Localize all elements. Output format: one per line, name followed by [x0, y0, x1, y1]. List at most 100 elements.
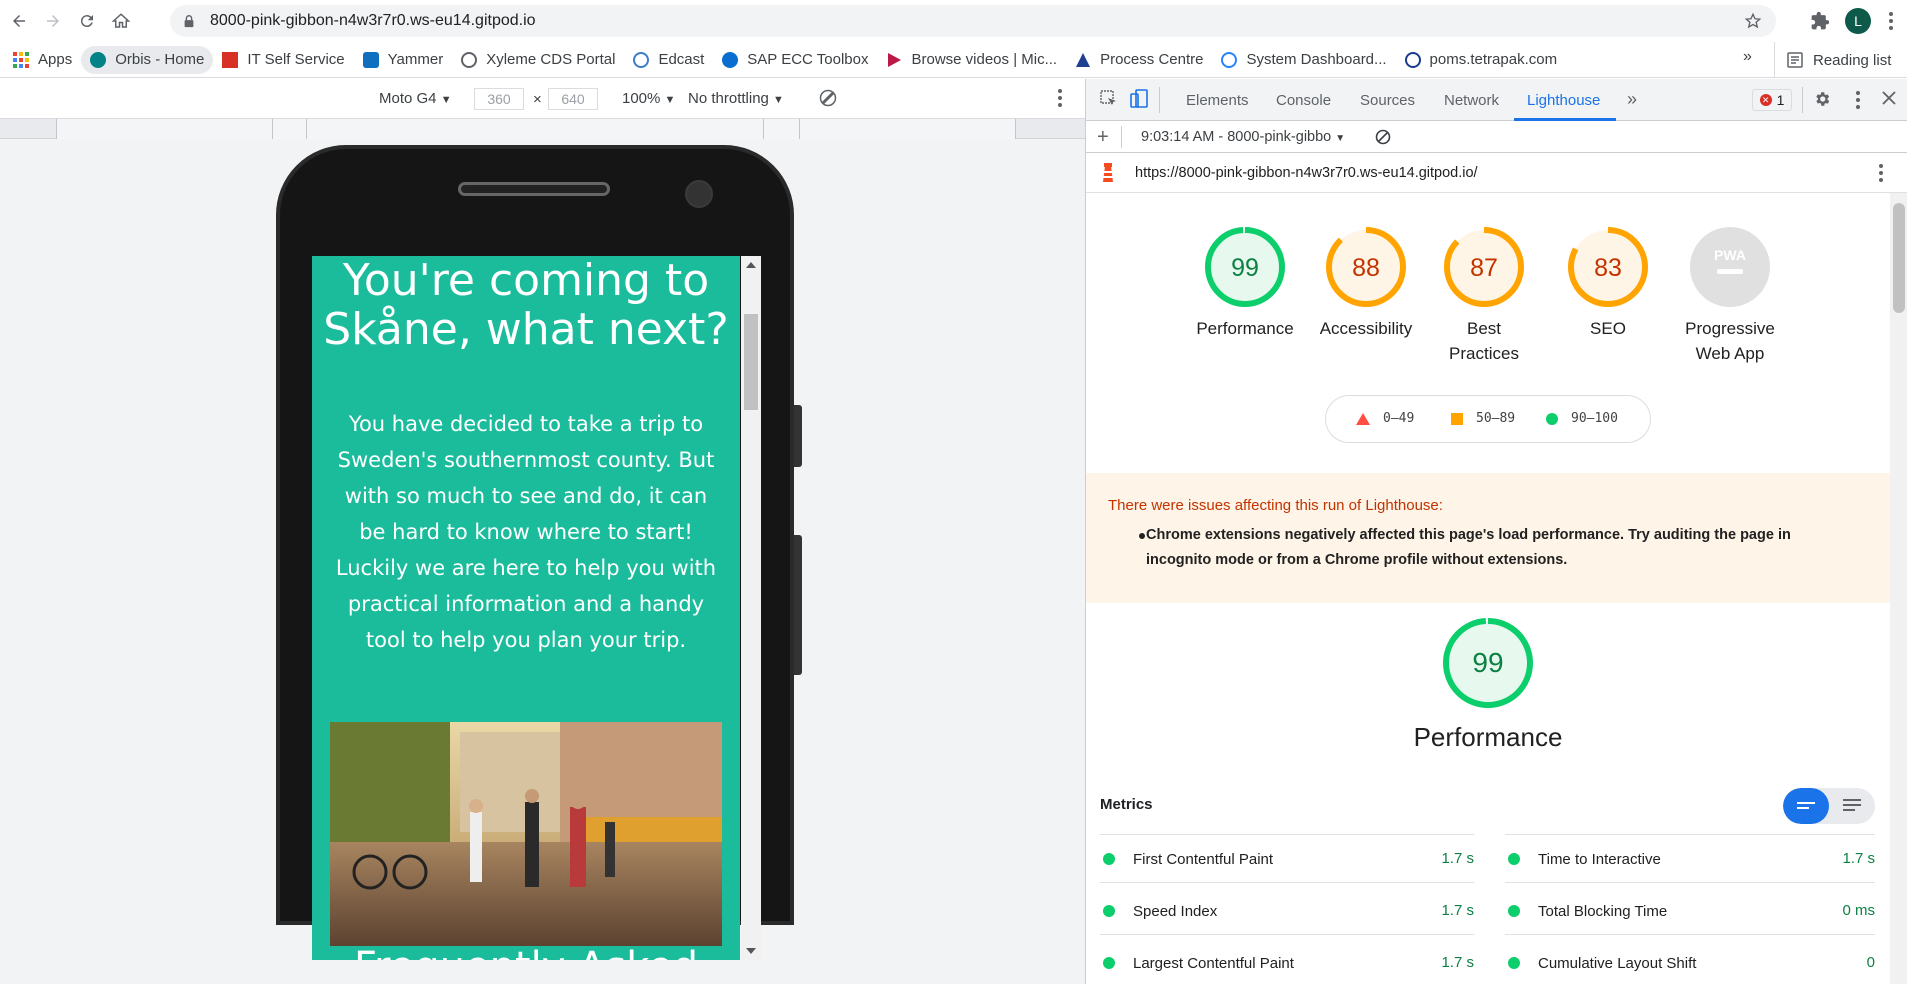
- forward-button[interactable]: [38, 6, 68, 36]
- reading-list-icon: [1787, 52, 1803, 68]
- gauge-accessibility[interactable]: 88 Accessibility: [1306, 226, 1426, 341]
- lighthouse-report-bar: + 9:03:14 AM - 8000-pink-gibbo ▼: [1086, 121, 1907, 153]
- bookmark-label: System Dashboard...: [1246, 51, 1387, 68]
- svg-text:PWA: PWA: [1714, 247, 1746, 263]
- bookmark-browse-videos[interactable]: Browse videos | Mic...: [877, 46, 1066, 74]
- tab-network[interactable]: Network: [1444, 92, 1499, 109]
- device-width-input[interactable]: 360: [474, 88, 524, 110]
- emulated-viewport[interactable]: You're coming to Skåne, what next? You h…: [312, 256, 740, 960]
- metric-cumulative-layout-shift: Cumulative Layout Shift: [1508, 953, 1696, 973]
- bookmark-sap-ecc-toolbox[interactable]: SAP ECC Toolbox: [713, 46, 877, 74]
- close-devtools-button[interactable]: [1882, 89, 1896, 110]
- clear-reports-icon[interactable]: [1375, 129, 1391, 145]
- bookmark-label: SAP ECC Toolbox: [747, 51, 869, 68]
- bookmark-poms[interactable]: poms.tetrapak.com: [1396, 46, 1567, 74]
- lighthouse-scrollbar[interactable]: [1890, 193, 1907, 984]
- svg-text:99: 99: [1472, 647, 1503, 678]
- zoom-select[interactable]: 100% ▼: [622, 90, 675, 107]
- inspect-cursor-icon: [1100, 90, 1116, 105]
- bookmark-apps[interactable]: Apps: [4, 46, 81, 74]
- site-heading: You're coming to Skåne, what next?: [323, 256, 729, 355]
- bookmark-orbis-home[interactable]: Orbis - Home: [81, 45, 214, 74]
- back-button[interactable]: [4, 6, 34, 36]
- extensions-button[interactable]: [1805, 6, 1835, 36]
- more-tabs-button[interactable]: »: [1627, 89, 1637, 110]
- throttling-value: No throttling: [688, 90, 769, 107]
- tab-lighthouse[interactable]: Lighthouse: [1527, 92, 1600, 109]
- globe-icon: [1404, 51, 1421, 68]
- bookmark-label: Xyleme CDS Portal: [486, 51, 616, 68]
- arrow-left-icon: [13, 15, 25, 27]
- dropdown-arrow-icon: ▼: [773, 94, 784, 106]
- scroll-thumb[interactable]: [744, 314, 758, 410]
- stream-icon: [886, 52, 902, 68]
- globe-icon: [461, 51, 478, 68]
- viewport-scrollbar[interactable]: [741, 256, 761, 960]
- browser-menu-button[interactable]: [1881, 6, 1901, 36]
- devtools-menu-button[interactable]: [1856, 91, 1860, 113]
- media-query-ruler[interactable]: [0, 119, 1085, 139]
- device-mode-icon: [1130, 89, 1148, 108]
- reading-list-button[interactable]: Reading list: [1774, 42, 1891, 78]
- tab-console[interactable]: Console: [1276, 92, 1331, 109]
- metric-value: 1.7 s: [1441, 954, 1474, 971]
- throttling-select[interactable]: No throttling ▼: [688, 90, 784, 107]
- new-report-button[interactable]: +: [1097, 126, 1109, 149]
- lighthouse-url-bar: https://8000-pink-gibbon-n4w3r7r0.ws-eu1…: [1086, 153, 1907, 193]
- devtools-panel: Elements Console Sources Network Lightho…: [1085, 79, 1907, 984]
- device-toolbar-menu[interactable]: [1058, 89, 1062, 111]
- home-icon: [112, 13, 130, 28]
- scroll-thumb[interactable]: [1893, 203, 1905, 313]
- bookmark-yammer[interactable]: Yammer: [354, 46, 453, 74]
- bookmark-star-icon[interactable]: [1744, 12, 1762, 30]
- reload-button[interactable]: [72, 6, 102, 36]
- profile-avatar[interactable]: L: [1845, 8, 1871, 34]
- legend-label: 50–89: [1476, 411, 1516, 426]
- more-bookmarks-button[interactable]: »: [1743, 48, 1752, 66]
- bookmark-it-self-service[interactable]: IT Self Service: [213, 46, 353, 74]
- bookmark-edcast[interactable]: Edcast: [624, 46, 713, 74]
- tab-sources[interactable]: Sources: [1360, 92, 1415, 109]
- gauge-pwa[interactable]: PWA Progressive Web App: [1670, 226, 1790, 366]
- bookmark-label: Apps: [38, 51, 73, 68]
- square-orange-icon: [1451, 412, 1463, 425]
- bookmark-xyleme[interactable]: Xyleme CDS Portal: [452, 46, 624, 74]
- device-toggle-button[interactable]: [1129, 89, 1149, 113]
- error-count: 1: [1776, 92, 1785, 108]
- legend-label: 90–100: [1571, 411, 1618, 426]
- devtools-settings-button[interactable]: [1813, 90, 1831, 112]
- home-button[interactable]: [106, 6, 136, 36]
- list-expanded-icon: [1843, 799, 1861, 811]
- bookmark-process-centre[interactable]: Process Centre: [1066, 46, 1212, 74]
- gauge-ring: 87: [1444, 227, 1524, 307]
- gauge-performance[interactable]: 99 Performance: [1185, 226, 1305, 341]
- performance-gauge[interactable]: 99: [1442, 617, 1534, 709]
- inspect-element-button[interactable]: [1100, 90, 1118, 112]
- metric-first-contentful-paint: First Contentful Paint: [1103, 849, 1273, 869]
- device-height-input[interactable]: 640: [548, 88, 598, 110]
- scroll-up-arrow-icon[interactable]: [746, 262, 756, 268]
- error-count-badge[interactable]: ✕ 1: [1752, 89, 1792, 111]
- metrics-view-toggle[interactable]: [1783, 788, 1875, 824]
- device-name: Moto G4: [379, 90, 437, 107]
- bookmark-label: IT Self Service: [247, 51, 345, 68]
- report-menu-icon[interactable]: [1879, 164, 1883, 182]
- scroll-down-arrow-icon[interactable]: [746, 948, 756, 954]
- bookmark-label: Edcast: [658, 51, 705, 68]
- metric-largest-contentful-paint: Largest Contentful Paint: [1103, 953, 1294, 973]
- device-select[interactable]: Moto G4 ▼: [379, 90, 452, 107]
- bookmark-system-dashboard[interactable]: System Dashboard...: [1212, 46, 1395, 74]
- tab-elements[interactable]: Elements: [1186, 92, 1249, 109]
- gauge-best-practices[interactable]: 87 Best Practices: [1428, 226, 1540, 366]
- pass-dot-icon: [1508, 853, 1520, 865]
- report-select[interactable]: 9:03:14 AM - 8000-pink-gibbo ▼: [1141, 129, 1345, 145]
- kebab-menu-icon: [1856, 91, 1860, 109]
- report-url[interactable]: https://8000-pink-gibbon-n4w3r7r0.ws-eu1…: [1135, 165, 1478, 181]
- address-bar[interactable]: 8000-pink-gibbon-n4w3r7r0.ws-eu14.gitpod…: [170, 5, 1776, 37]
- lock-icon: [184, 15, 194, 28]
- bookmark-label: Process Centre: [1100, 51, 1204, 68]
- gauge-label: Progressive Web App: [1685, 319, 1775, 363]
- rotate-button[interactable]: [818, 88, 838, 112]
- gauge-seo[interactable]: 83 SEO: [1548, 226, 1668, 341]
- pass-dot-icon: [1103, 853, 1115, 865]
